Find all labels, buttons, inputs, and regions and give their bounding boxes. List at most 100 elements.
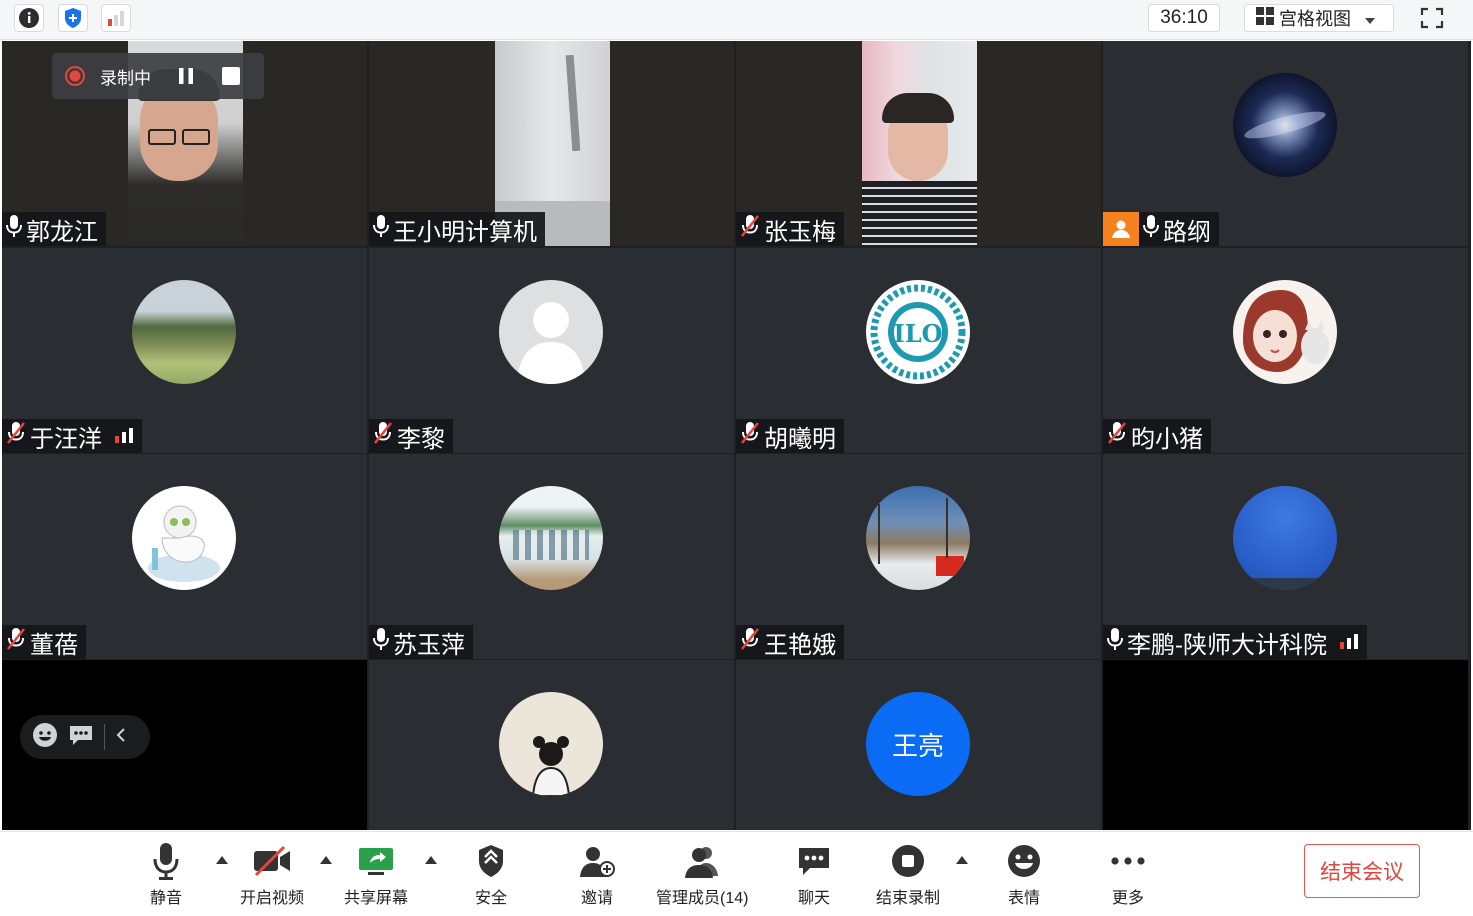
mic-muted-icon <box>373 421 393 452</box>
network-signal-icon <box>1339 628 1359 656</box>
chevron-down-icon <box>1365 8 1375 29</box>
start-video-label: 开启视频 <box>240 890 305 907</box>
participant-name: 于汪洋 <box>30 425 102 453</box>
stop-recording-button[interactable]: 结束录制 <box>876 838 940 908</box>
manage-members-button[interactable]: 管理成员(14) <box>656 838 748 908</box>
video-tile[interactable] <box>369 660 734 830</box>
participant-name: 胡曦明 <box>764 425 836 453</box>
mute-label: 静音 <box>150 890 183 907</box>
view-mode-dropdown[interactable]: 宫格视图 <box>1244 4 1394 32</box>
view-mode-label: 宫格视图 <box>1279 9 1351 29</box>
shield-icon <box>476 838 506 884</box>
mic-muted-icon <box>6 421 26 452</box>
invite-button[interactable]: 邀请 <box>579 838 615 908</box>
participant-name: 王小明计算机 <box>393 218 537 246</box>
participant-avatar <box>866 486 970 590</box>
network-signal-icon[interactable] <box>101 4 131 32</box>
chat-icon <box>797 838 831 884</box>
video-tile[interactable]: 王亮 <box>736 660 1101 830</box>
participant-name-tag: 郭龙江 <box>2 212 106 246</box>
participant-avatar: ILO <box>866 280 970 384</box>
participant-name: 李鹏-陕师大计科院 <box>1127 631 1327 659</box>
stop-record-icon <box>890 838 926 884</box>
svg-text:ILO: ILO <box>893 319 942 348</box>
stop-recording-icon[interactable] <box>221 66 241 86</box>
video-tile[interactable]: 王艳娥 <box>736 454 1101 659</box>
video-tile[interactable]: ILO 胡曦明 <box>736 248 1101 453</box>
video-tile[interactable]: 路纲 <box>1103 41 1468 246</box>
video-tile[interactable]: 昀小猪 <box>1103 248 1468 453</box>
share-screen-button[interactable]: 共享屏幕 <box>344 838 408 908</box>
participant-name-tag: 董蓓 <box>2 625 86 659</box>
stop-recording-label: 结束录制 <box>876 890 941 907</box>
network-signal-icon <box>114 422 134 450</box>
mic-icon <box>1143 214 1159 245</box>
mic-muted-icon <box>740 421 760 452</box>
divider <box>104 724 105 750</box>
participant-name: 郭龙江 <box>26 218 98 246</box>
video-tile[interactable]: 苏玉萍 <box>369 454 734 659</box>
participant-avatar: 王亮 <box>866 692 970 796</box>
recording-indicator: 录制中 <box>52 53 264 99</box>
audio-options-caret[interactable] <box>216 856 228 864</box>
participant-avatar <box>1233 280 1337 384</box>
participant-name-tag: 昀小猪 <box>1103 419 1211 453</box>
quick-reactions-bar <box>20 715 150 759</box>
participant-name-tag: 张玉梅 <box>736 212 844 246</box>
collapse-chevron-icon[interactable] <box>115 727 127 748</box>
mic-muted-icon <box>1107 421 1127 452</box>
participant-name-tag: 路纲 <box>1103 212 1219 246</box>
more-label: 更多 <box>1111 890 1144 907</box>
video-options-caret[interactable] <box>320 856 332 864</box>
video-tile[interactable]: 录制中 郭龙江 <box>2 41 367 246</box>
avatar-initials: 王亮 <box>891 730 944 761</box>
mic-icon <box>1107 627 1123 658</box>
chat-bubble-icon[interactable] <box>68 723 94 752</box>
invite-label: 邀请 <box>580 890 613 907</box>
video-tile[interactable]: 李黎 <box>369 248 734 453</box>
chat-button[interactable]: 聊天 <box>797 838 831 908</box>
participant-name-tag: 于汪洋 <box>2 419 142 453</box>
video-tile[interactable]: 李鹏-陕师大计科院 <box>1103 454 1468 659</box>
microphone-icon <box>151 838 181 884</box>
video-tile[interactable]: 王小明计算机 <box>369 41 734 246</box>
more-button[interactable]: 更多 <box>1110 838 1146 908</box>
participant-avatar <box>1233 486 1337 590</box>
security-shield-icon[interactable] <box>58 4 88 32</box>
fullscreen-icon[interactable] <box>1416 4 1448 32</box>
record-dot-icon <box>64 65 86 87</box>
participant-video <box>862 41 977 246</box>
share-options-caret[interactable] <box>425 856 437 864</box>
end-meeting-button[interactable]: 结束会议 <box>1304 844 1420 898</box>
smiley-icon <box>1006 838 1042 884</box>
participant-avatar <box>1233 73 1337 177</box>
mic-muted-icon <box>740 214 760 245</box>
mute-button[interactable]: 静音 <box>150 838 182 908</box>
reactions-button[interactable]: 表情 <box>1006 838 1042 908</box>
security-button[interactable]: 安全 <box>475 838 507 908</box>
participant-name-tag: 苏玉萍 <box>369 625 473 659</box>
participant-avatar <box>499 486 603 590</box>
mic-muted-icon <box>740 627 760 658</box>
participant-name: 张玉梅 <box>764 218 836 246</box>
participant-name-tag: 胡曦明 <box>736 419 844 453</box>
participant-name: 路纲 <box>1163 218 1211 246</box>
pause-recording-icon[interactable] <box>175 65 197 87</box>
video-tile[interactable]: 于汪洋 <box>2 248 367 453</box>
security-label: 安全 <box>475 890 508 907</box>
record-options-caret[interactable] <box>956 856 968 864</box>
video-tile[interactable]: 董蓓 <box>2 454 367 659</box>
video-tile[interactable]: 张玉梅 <box>736 41 1101 246</box>
participant-avatar <box>132 486 236 590</box>
recording-label: 录制中 <box>100 68 151 88</box>
mic-icon <box>6 214 22 245</box>
participant-name-tag: 李鹏-陕师大计科院 <box>1103 625 1367 659</box>
start-video-button[interactable]: 开启视频 <box>240 838 304 908</box>
emoji-icon[interactable] <box>32 722 58 753</box>
bottom-toolbar: 静音 开启视频 共享屏幕 安全 邀请 管理成员(14) 聊天 结束录制 表情 更… <box>0 831 1473 916</box>
members-icon <box>682 838 722 884</box>
participant-name-tag: 王小明计算机 <box>369 212 545 246</box>
participant-avatar <box>132 280 236 384</box>
meeting-timer: 36:10 <box>1148 4 1220 32</box>
meeting-info-icon[interactable] <box>14 4 44 32</box>
